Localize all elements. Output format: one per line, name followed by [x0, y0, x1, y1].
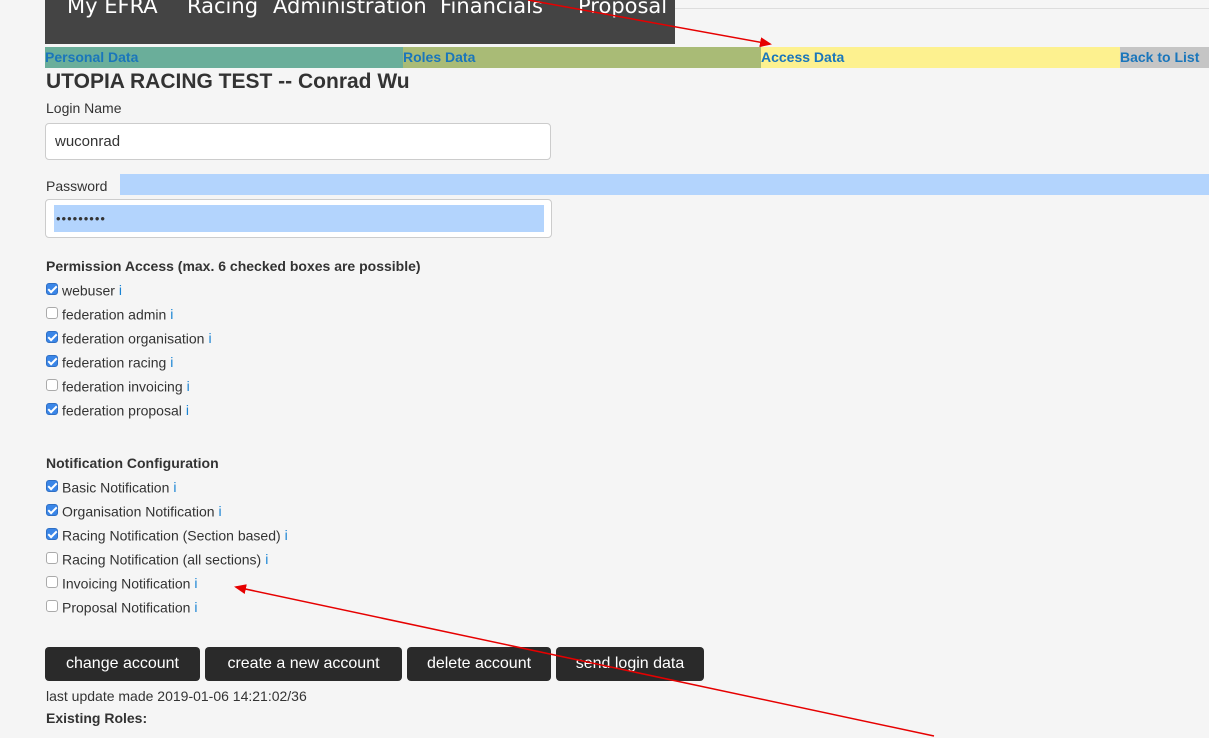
- section-tabs: Personal Data Roles Data Access Data Bac…: [45, 47, 1209, 68]
- notification-label: Racing Notification (Section based): [62, 527, 281, 544]
- notification-label: Racing Notification (all sections): [62, 551, 262, 568]
- annotation-arrows: [234, 0, 935, 737]
- info-link[interactable]: i: [173, 479, 176, 495]
- info-link[interactable]: i: [186, 402, 189, 418]
- password-input[interactable]: •••••••••: [45, 199, 552, 238]
- info-link[interactable]: i: [194, 575, 197, 591]
- federation-racing-checkbox[interactable]: [46, 355, 58, 368]
- send-login-data-button[interactable]: send login data: [556, 647, 704, 681]
- permission-label: federation admin: [62, 306, 167, 323]
- info-link[interactable]: i: [208, 330, 211, 346]
- basic-notification-checkbox[interactable]: [46, 480, 58, 493]
- permission-item: federation proposal i: [46, 401, 189, 421]
- notification-item: Organisation Notification i: [46, 502, 222, 522]
- nav-administration[interactable]: Administration: [273, 0, 427, 18]
- permission-label: webuser: [62, 282, 115, 299]
- notification-item: Racing Notification (all sections) i: [46, 550, 268, 570]
- page-title: UTOPIA RACING TEST -- Conrad Wu: [46, 70, 410, 93]
- login-name-label: Login Name: [46, 100, 122, 116]
- proposal-notification-checkbox[interactable]: [46, 600, 58, 613]
- permission-label: federation racing: [62, 354, 167, 371]
- notification-label: Organisation Notification: [62, 503, 215, 520]
- permission-access-heading: Permission Access (max. 6 checked boxes …: [46, 258, 421, 274]
- password-selection-highlight: [120, 174, 1209, 195]
- permission-item: webuser i: [46, 281, 122, 301]
- federation-admin-checkbox[interactable]: [46, 307, 58, 320]
- last-update-text: last update made 2019-01-06 14:21:02/36: [46, 688, 307, 704]
- invoicing-notification-checkbox[interactable]: [46, 576, 58, 589]
- info-link[interactable]: i: [219, 503, 222, 519]
- permission-label: federation proposal: [62, 402, 182, 419]
- delete-account-button[interactable]: delete account: [407, 647, 551, 681]
- permission-item: federation admin i: [46, 305, 173, 325]
- notification-item: Invoicing Notification i: [46, 574, 198, 594]
- tab-access-data[interactable]: Access Data: [761, 47, 1120, 68]
- racing-notification-all-checkbox[interactable]: [46, 552, 58, 565]
- permission-label: federation organisation: [62, 330, 205, 347]
- tab-personal-data[interactable]: Personal Data: [45, 47, 403, 68]
- notification-item: Proposal Notification i: [46, 598, 198, 618]
- racing-notification-section-checkbox[interactable]: [46, 528, 58, 541]
- notification-label: Invoicing Notification: [62, 575, 191, 592]
- password-masked-value: •••••••••: [54, 205, 544, 232]
- top-navigation: My EFRA Racing Administration Financials…: [45, 0, 675, 44]
- nav-my-efra[interactable]: My EFRA: [67, 0, 158, 18]
- info-link[interactable]: i: [285, 527, 288, 543]
- info-link[interactable]: i: [265, 551, 268, 567]
- info-link[interactable]: i: [119, 282, 122, 298]
- permission-item: federation organisation i: [46, 329, 212, 349]
- password-label: Password: [46, 178, 108, 194]
- info-link[interactable]: i: [194, 599, 197, 615]
- notification-configuration-heading: Notification Configuration: [46, 455, 219, 471]
- nav-financials[interactable]: Financials: [440, 0, 543, 18]
- notification-label: Proposal Notification: [62, 599, 191, 616]
- webuser-checkbox[interactable]: [46, 283, 58, 296]
- existing-roles-heading: Existing Roles:: [46, 710, 148, 726]
- nav-racing[interactable]: Racing: [187, 0, 258, 18]
- info-link[interactable]: i: [170, 354, 173, 370]
- federation-invoicing-checkbox[interactable]: [46, 379, 58, 392]
- permission-item: federation racing i: [46, 353, 173, 373]
- login-name-input[interactable]: [45, 123, 551, 160]
- federation-organisation-checkbox[interactable]: [46, 331, 58, 344]
- federation-proposal-checkbox[interactable]: [46, 403, 58, 416]
- info-link[interactable]: i: [187, 378, 190, 394]
- change-account-button[interactable]: change account: [45, 647, 200, 681]
- tab-roles-data[interactable]: Roles Data: [403, 47, 761, 68]
- create-account-button[interactable]: create a new account: [205, 647, 402, 681]
- notification-label: Basic Notification: [62, 479, 170, 496]
- header-divider: [675, 8, 1209, 9]
- permission-item: federation invoicing i: [46, 377, 190, 397]
- nav-proposal[interactable]: Proposal: [578, 0, 667, 18]
- back-to-list-link[interactable]: Back to List: [1120, 47, 1209, 68]
- permission-label: federation invoicing: [62, 378, 183, 395]
- organisation-notification-checkbox[interactable]: [46, 504, 58, 517]
- notification-item: Basic Notification i: [46, 478, 177, 498]
- notification-item: Racing Notification (Section based) i: [46, 526, 288, 546]
- info-link[interactable]: i: [170, 306, 173, 322]
